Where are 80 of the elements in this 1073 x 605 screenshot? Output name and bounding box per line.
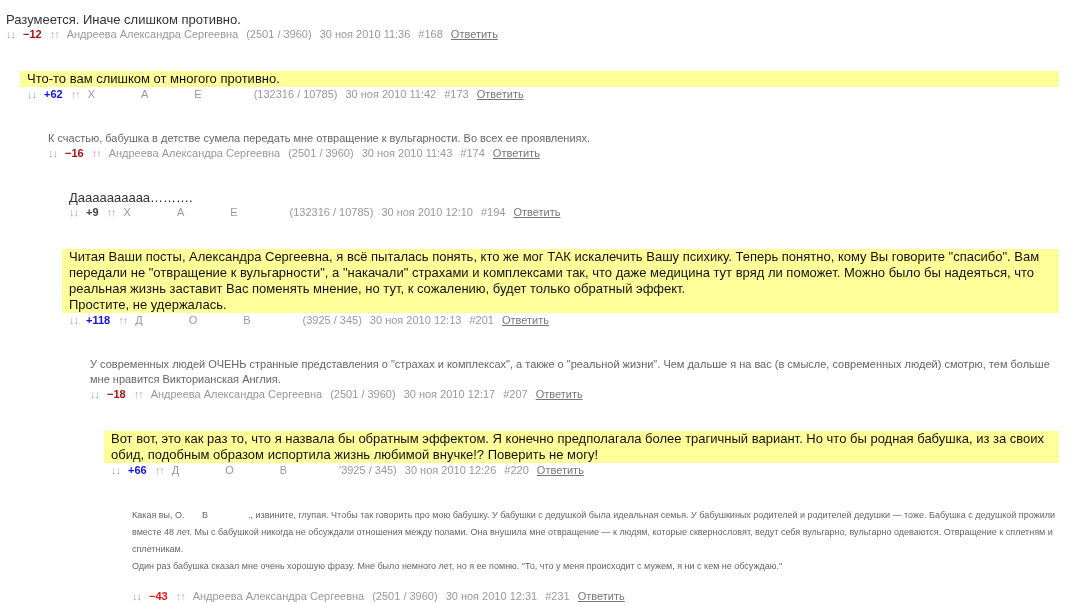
comment-number: #174: [460, 146, 485, 161]
author-stats: (2501 / 3960): [288, 146, 354, 161]
author-name: А: [176, 205, 185, 220]
comment-date: 30 ноя 2010 11:42: [345, 87, 437, 102]
comment-date: 30 ноя 2010 12:26: [404, 463, 497, 478]
vote-up-arrow[interactable]: ↑↑: [133, 387, 143, 402]
rating: −43: [149, 589, 168, 604]
author-name: А: [141, 87, 149, 102]
vote-down-arrow[interactable]: ↓↓: [6, 27, 15, 42]
rating: −12: [23, 27, 42, 42]
author-name: Андреева Александра Сергеевна: [192, 589, 365, 604]
vote-up-arrow[interactable]: ↑↑: [175, 589, 185, 604]
vote-down-arrow[interactable]: ↓↓: [27, 87, 36, 102]
comment-number: #173: [444, 87, 469, 102]
comment-date: 30 ноя 2010 11:36: [319, 27, 411, 42]
comment-text: К счастью, бабушка в детстве сумела передать мне отвращение к вульгарности. Во всех ее проявлениях.: [48, 131, 592, 146]
comment-number: #220: [504, 463, 529, 478]
comment-text: Разумеется. Иначе слишком противно.: [6, 12, 242, 27]
vote-down-arrow[interactable]: ↓↓: [69, 313, 78, 328]
rating: −16: [65, 146, 84, 161]
reply-link[interactable]: Ответить: [513, 205, 561, 220]
comment-number: #231: [545, 589, 570, 604]
highlighted-comment-text: Читая Ваши посты, Александра Сергеевна, я всё пыталась понять, кто же мог ТАК искалечить Вашу психику. Теперь понятно, кому Вы говорите "спасибо". Вам передали не "отвращение к вульгарности", а "накачали" страхами и комплексами так, что даже медицина тут вряд ли поможет. Можно было бы надеяться, что реальная жизнь заставит Вас поменять мнение, но тут, к сожалению, будет только обратный эффект. Простите, не удержалась.: [62, 249, 1059, 313]
rating: +66: [128, 463, 147, 478]
comment-number: #207: [503, 387, 528, 402]
comment-number: #201: [469, 313, 494, 328]
vote-up-arrow[interactable]: ↑↑: [91, 146, 101, 161]
comment-date: 30 ноя 2010 12:13: [369, 313, 462, 328]
vote-up-arrow[interactable]: ↑↑: [49, 27, 59, 42]
comment-text: У современных людей ОЧЕНЬ странные представления о "страхах и комплексах", а также о "реальной жизни". Чем дальше я на вас (в смысле, современных людей) смотрю, тем больше мне нравится Викторианская Англия.: [90, 357, 1051, 387]
author-name: Х: [123, 205, 131, 220]
rating: +118: [86, 313, 111, 328]
author-name: В: [279, 463, 288, 478]
rating: +62: [44, 87, 63, 102]
vote-down-arrow[interactable]: ↓↓: [111, 463, 120, 478]
author-name: Д: [171, 463, 180, 478]
reply-link[interactable]: Ответить: [535, 387, 583, 402]
vote-down-arrow[interactable]: ↓↓: [90, 387, 99, 402]
author-stats: '3925 / 345): [339, 463, 397, 478]
author-name: О: [188, 313, 198, 328]
author-stats: (132316 / 10785): [253, 87, 338, 102]
comment-number: #194: [480, 205, 506, 220]
rating: +9: [86, 205, 99, 220]
comment-text: Даааааааааа……….: [69, 190, 194, 205]
vote-up-arrow[interactable]: ↑↑: [154, 463, 164, 478]
author-name: О: [225, 463, 234, 478]
comment-date: 30 ноя 2010 12:10: [381, 205, 473, 220]
author-name: Е: [194, 87, 202, 102]
vote-up-arrow[interactable]: ↑↑: [70, 87, 80, 102]
comment-text: Какая вы, О. В ., извините, глупая. Чтобы так говорить про мою бабушку. У бабушки с дедушкой была идеальная семья. У бабушкиных родителей и родителей дедушки — тоже. Бабушка с дедушкой прожили вместе 48 лет. Мы с бабушкой никогда не обсуждали отношения между полами. Она внушила мне отвращение — к людям, которые сквернословят, ведут себя вульгарно, вульгарно одеваются. Отвращение к сплетням и сплетникам. Один раз бабушка сказал мне очень хорошую фразу. Мне было немного лет, но я ее помню. "То, что у меня происходит с мужем, я ни с кем не обсуждаю.": [132, 509, 1056, 573]
highlighted-comment-text: Вот вот, это как раз то, что я назвала бы обратным эффектом. Я конечно предполагала более трагичный вариант. Но что бы родная бабушка, из за своих обид, подобным образом испортила жизнь любимой внучке!? Поверить не могу!: [104, 431, 1059, 463]
author-name: Е: [230, 205, 238, 220]
vote-up-arrow[interactable]: ↑↑: [106, 205, 116, 220]
highlighted-comment-text: Что-то вам слишком от многого противно.: [20, 71, 1059, 87]
author-stats: (3925 / 345): [302, 313, 362, 328]
comment-number: #168: [418, 27, 443, 42]
author-name: Андреева Александра Сергеевна: [150, 387, 323, 402]
author-name: Андреева Александра Сергеевна: [108, 146, 281, 161]
comment-date: 30 ноя 2010 12:31: [445, 589, 538, 604]
reply-link[interactable]: Ответить: [492, 146, 540, 161]
comment-date: 30 ноя 2010 11:43: [361, 146, 453, 161]
author-stats: (2501 / 3960): [246, 27, 312, 42]
reply-link[interactable]: Ответить: [501, 313, 549, 328]
author-name: В: [243, 313, 251, 328]
author-name: Х: [87, 87, 95, 102]
author-stats: (132316 / 10785): [289, 205, 374, 220]
author-name: Д: [135, 313, 143, 328]
author-stats: (2501 / 3960): [372, 589, 438, 604]
vote-down-arrow[interactable]: ↓↓: [48, 146, 57, 161]
vote-up-arrow[interactable]: ↑↑: [118, 313, 128, 328]
vote-down-arrow[interactable]: ↓↓: [69, 205, 78, 220]
comment-date: 30 ноя 2010 12:17: [403, 387, 496, 402]
author-name: Андреева Александра Сергеевна: [66, 27, 239, 42]
reply-link[interactable]: Ответить: [536, 463, 584, 478]
vote-down-arrow[interactable]: ↓↓: [132, 589, 141, 604]
reply-link[interactable]: Ответить: [450, 27, 498, 42]
reply-link[interactable]: Ответить: [476, 87, 524, 102]
author-stats: (2501 / 3960): [330, 387, 396, 402]
rating: −18: [107, 387, 126, 402]
reply-link[interactable]: Ответить: [577, 589, 625, 604]
